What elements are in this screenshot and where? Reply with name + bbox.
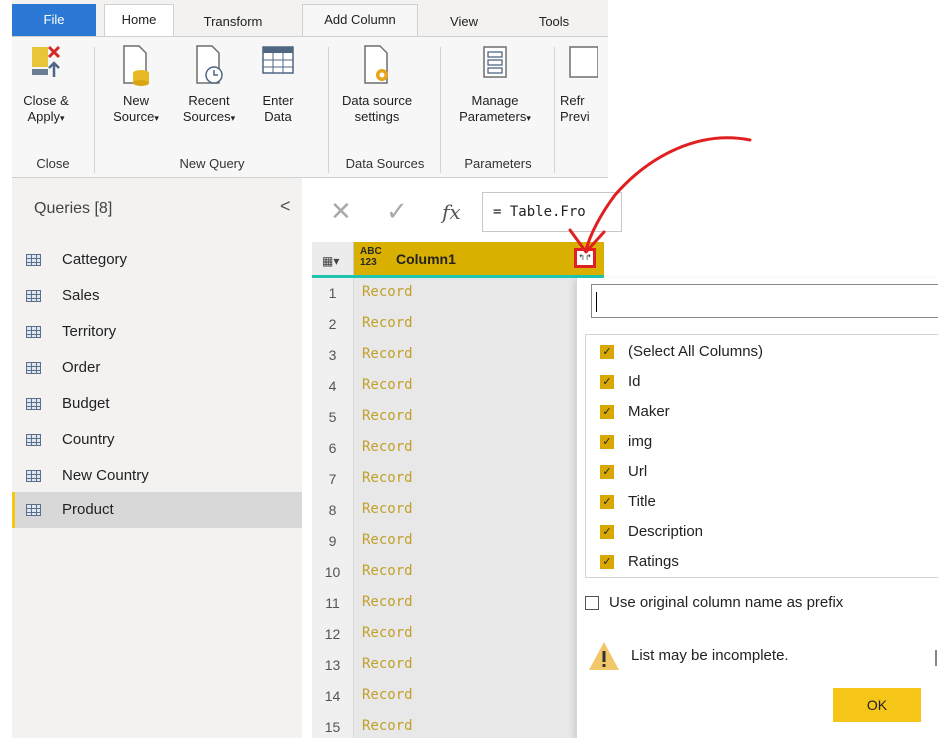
query-item-sales[interactable]: Sales	[12, 278, 302, 314]
table-row: 8 Record	[312, 495, 604, 526]
new-source-button[interactable]: New Source▾	[102, 43, 170, 126]
formula-bar: ✕ ✓ fx = Table.Fro	[312, 188, 622, 236]
table-row: 12 Record	[312, 619, 604, 650]
table-icon	[26, 254, 41, 266]
close-apply-icon	[32, 45, 61, 77]
ribbon-separator	[554, 47, 555, 173]
checkbox-checked-icon: ✓	[600, 555, 614, 569]
group-label-parameters: Parameters	[464, 156, 532, 171]
query-item-product[interactable]: Product	[12, 492, 302, 528]
query-item-order[interactable]: Order	[12, 350, 302, 386]
ribbon-separator	[328, 47, 329, 173]
group-label-close: Close	[36, 156, 70, 171]
table-row: 2 Record	[312, 309, 604, 340]
checkbox-checked-icon: ✓	[600, 375, 614, 389]
new-source-icon	[123, 45, 149, 86]
table-row: 13 Record	[312, 650, 604, 681]
checkbox-checked-icon: ✓	[600, 465, 614, 479]
checkbox-unchecked-icon[interactable]	[585, 596, 599, 610]
column-header-column1[interactable]: Column1	[396, 251, 456, 267]
tab-home[interactable]: Home	[104, 4, 174, 36]
data-source-settings-icon	[364, 45, 388, 84]
manage-parameters-icon	[483, 46, 507, 78]
ribbon-separator	[440, 47, 441, 173]
checkbox-checked-icon: ✓	[600, 345, 614, 359]
data-preview-grid: ▦▾ ABC 123 Column1 ↰↱ 1 Record 2 Record 3 Re…	[312, 242, 604, 738]
refresh-preview-icon	[569, 46, 598, 78]
data-source-settings-button[interactable]: Data source settings	[332, 43, 422, 125]
column-header-row: ▦▾ ABC 123 Column1 ↰↱	[312, 242, 604, 278]
collapse-pane-icon[interactable]: <	[280, 196, 291, 217]
table-icon	[26, 434, 41, 446]
tab-add-column[interactable]: Add Column	[302, 4, 418, 36]
query-item-budget[interactable]: Budget	[12, 386, 302, 422]
recent-sources-icon	[196, 45, 223, 84]
query-item-new-country[interactable]: New Country	[12, 458, 302, 494]
text-cursor	[596, 292, 597, 312]
tab-transform[interactable]: Transform	[188, 8, 278, 36]
table-row: 15 Record	[312, 712, 604, 738]
expand-columns-panel: ✓ (Select All Columns) ✓ Id ✓ Maker ✓ img ✓ U…	[576, 278, 938, 738]
recent-sources-caret-icon: ▾	[230, 113, 236, 123]
refresh-preview-button[interactable]: Refr Previ	[560, 43, 608, 125]
table-row: 6 Record	[312, 433, 604, 464]
query-item-territory[interactable]: Territory	[12, 314, 302, 350]
checkbox-checked-icon: ✓	[600, 405, 614, 419]
table-icon	[26, 504, 41, 516]
query-item-country[interactable]: Country	[12, 422, 302, 458]
table-menu-button[interactable]: ▦▾	[312, 242, 354, 275]
table-row: 3 Record	[312, 340, 604, 371]
ok-button[interactable]: OK	[833, 688, 921, 722]
table-menu-icon: ▦▾	[322, 254, 340, 268]
commit-formula-icon[interactable]: ✓	[386, 196, 408, 227]
checkbox-checked-icon: ✓	[600, 495, 614, 509]
close-apply-button[interactable]: Close & Apply▾	[16, 43, 76, 126]
checkbox-checked-icon: ✓	[600, 525, 614, 539]
tab-file[interactable]: File	[12, 4, 96, 36]
column-type-icon[interactable]: ABC 123	[360, 246, 382, 268]
table-row: 4 Record	[312, 371, 604, 402]
fx-icon[interactable]: fx	[442, 200, 461, 224]
table-icon	[26, 470, 41, 482]
table-row: 5 Record	[312, 402, 604, 433]
table-grid-icon	[262, 46, 294, 74]
warning-icon	[589, 642, 619, 670]
new-source-caret-icon: ▾	[154, 113, 159, 123]
ribbon-separator	[94, 47, 95, 173]
power-query-editor: File Home Transform Add Column View Tool…	[0, 0, 938, 738]
table-icon	[26, 326, 41, 338]
ribbon-home: Close & Apply▾ New Source▾ Recent Source…	[12, 36, 608, 178]
recent-sources-button[interactable]: Recent Sources▾	[172, 43, 246, 126]
column-search-input[interactable]	[591, 284, 938, 318]
checkbox-checked-icon: ✓	[600, 435, 614, 449]
group-label-new-query: New Query	[179, 156, 245, 171]
query-item-cattegory[interactable]: Cattegory	[12, 242, 302, 278]
table-row: 11 Record	[312, 588, 604, 619]
table-icon	[26, 290, 41, 302]
table-row: 1 Record	[312, 278, 604, 309]
table-icon	[26, 398, 41, 410]
load-more-separator	[935, 650, 937, 666]
column-checklist: ✓ (Select All Columns) ✓ Id ✓ Maker ✓ img ✓ U…	[585, 334, 938, 578]
enter-data-button[interactable]: Enter Data	[252, 43, 304, 125]
ribbon-tab-bar: File Home Transform Add Column View Tool…	[12, 0, 608, 36]
tab-view[interactable]: View	[436, 8, 492, 36]
table-row: 10 Record	[312, 557, 604, 588]
group-label-data-sources: Data Sources	[345, 156, 425, 171]
expand-column-icon[interactable]: ↰↱	[574, 248, 596, 268]
tab-tools[interactable]: Tools	[524, 8, 584, 36]
table-row: 9 Record	[312, 526, 604, 557]
queries-title: Queries [8]	[34, 200, 113, 217]
table-icon	[26, 362, 41, 374]
manage-parameters-button[interactable]: Manage Parameters▾	[448, 43, 542, 126]
cancel-formula-icon[interactable]: ✕	[330, 196, 352, 227]
table-row: 7 Record	[312, 464, 604, 495]
close-apply-caret-icon: ▾	[60, 113, 65, 123]
table-row: 14 Record	[312, 681, 604, 712]
manage-parameters-caret-icon: ▾	[526, 113, 531, 123]
queries-pane: Queries [8] < Cattegory Sales Territory …	[12, 178, 302, 738]
formula-input[interactable]: = Table.Fro	[482, 192, 622, 232]
